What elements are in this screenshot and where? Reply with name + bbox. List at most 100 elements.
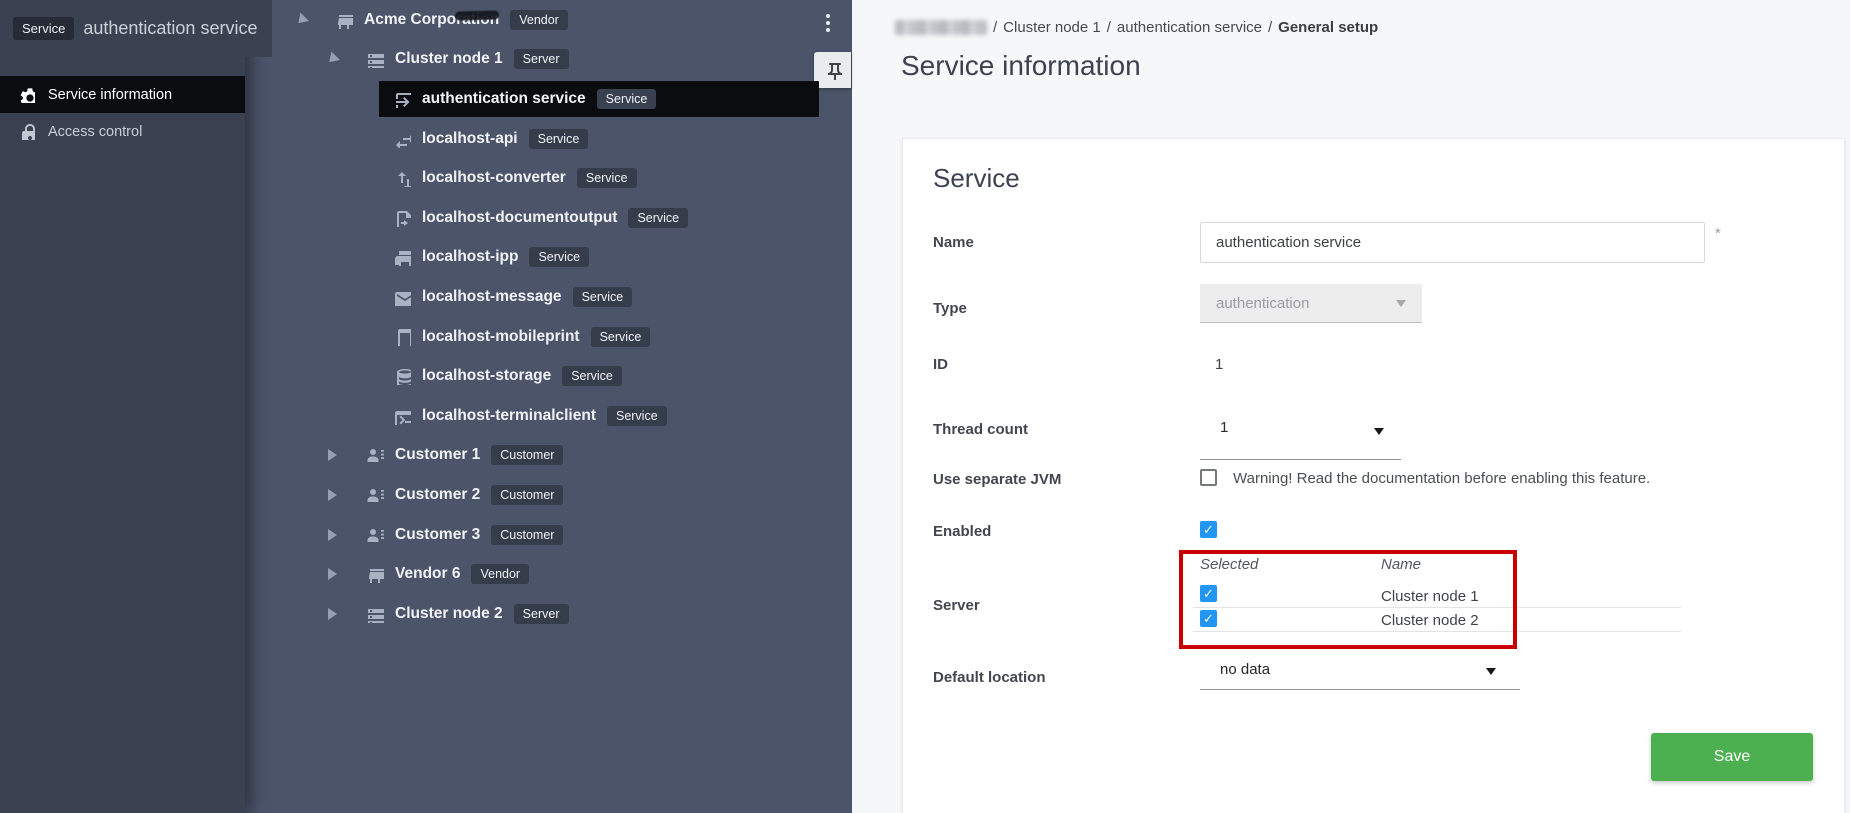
- breadcrumb: / Cluster node 1 / authentication servic…: [895, 19, 1378, 36]
- login-icon: [393, 90, 411, 108]
- sidebar-nav: Service information Access control: [0, 76, 245, 150]
- type-badge: Vendor: [510, 10, 568, 30]
- server-label: Server: [933, 597, 980, 614]
- type-badge: Server: [514, 49, 569, 69]
- type-label: Type: [933, 300, 967, 317]
- tree-item-authentication-service[interactable]: authentication service Service: [245, 79, 852, 119]
- tree-item-cluster-node-1[interactable]: Cluster node 1 Server: [245, 40, 852, 80]
- redaction-smudge: [455, 10, 499, 20]
- expander-spacer: [347, 329, 371, 345]
- type-badge: Customer: [491, 485, 563, 505]
- default-location-label: Default location: [933, 669, 1046, 686]
- customer-icon: [366, 446, 384, 464]
- tree-item-cluster-node-2[interactable]: Cluster node 2 Server: [245, 594, 852, 634]
- store-icon: [335, 11, 353, 29]
- tree-item-localhost-message[interactable]: localhost-message Service: [245, 277, 852, 317]
- required-marker: *: [1715, 225, 1721, 242]
- card-title: Service: [933, 163, 1020, 194]
- smartphone-icon: [393, 328, 411, 346]
- expander-spacer: [347, 131, 371, 147]
- jvm-checkbox[interactable]: [1200, 469, 1217, 486]
- chevron-down-icon: [1396, 300, 1406, 307]
- tree-panel: Acme Corporation Vendor Cluster node 1 S…: [245, 0, 852, 813]
- breadcrumb-separator: /: [1268, 19, 1272, 36]
- tree-item-acme-corporation[interactable]: Acme Corporation Vendor: [245, 0, 852, 40]
- expander-icon[interactable]: [320, 566, 344, 582]
- column-header-selected: Selected: [1200, 556, 1258, 573]
- tree-item-customer-1[interactable]: Customer 1 Customer: [245, 436, 852, 476]
- expander-spacer: [347, 170, 371, 186]
- name-input[interactable]: [1200, 222, 1705, 263]
- type-badge: Service: [607, 406, 667, 426]
- type-select: authentication: [1200, 284, 1422, 323]
- left-sidebar: Service authentication service Service i…: [0, 0, 245, 813]
- thread-count-value: 1: [1220, 419, 1228, 436]
- sidebar-item-service-information[interactable]: Service information: [0, 76, 245, 113]
- jvm-label: Use separate JVM: [933, 471, 1061, 488]
- sidebar-item-access-control[interactable]: Access control: [0, 113, 245, 150]
- type-badge: Service: [562, 366, 622, 386]
- customer-icon: [366, 526, 384, 544]
- tree-item-localhost-terminalclient[interactable]: localhost-terminalclient Service: [245, 396, 852, 436]
- tree-item-vendor-6[interactable]: Vendor 6 Vendor: [245, 554, 852, 594]
- type-badge: Vendor: [471, 564, 529, 584]
- tree-item-localhost-converter[interactable]: localhost-converter Service: [245, 158, 852, 198]
- sidebar-item-label: Access control: [48, 124, 142, 140]
- expander-icon[interactable]: [320, 606, 344, 622]
- thread-count-label: Thread count: [933, 421, 1028, 438]
- tree-item-customer-2[interactable]: Customer 2 Customer: [245, 475, 852, 515]
- page-title: Service information: [901, 50, 1141, 82]
- type-badge: Service: [577, 168, 637, 188]
- breadcrumb-separator: /: [993, 19, 997, 36]
- expander-icon[interactable]: [320, 51, 344, 67]
- main-content: / Cluster node 1 / authentication servic…: [852, 0, 1850, 813]
- expander-spacer: [347, 249, 371, 265]
- server-row-checkbox[interactable]: [1200, 610, 1217, 627]
- chevron-down-icon: [1374, 428, 1384, 435]
- expander-spacer: [347, 289, 371, 305]
- type-badge: Customer: [491, 445, 563, 465]
- tree-item-localhost-ipp[interactable]: localhost-ipp Service: [245, 238, 852, 278]
- type-badge: Service: [529, 129, 589, 149]
- default-location-select[interactable]: no data: [1200, 654, 1520, 690]
- server-row-checkbox[interactable]: [1200, 585, 1217, 602]
- lock-icon: [18, 123, 35, 140]
- breadcrumb-item-authentication-service[interactable]: authentication service: [1117, 19, 1262, 36]
- type-value: authentication: [1216, 295, 1309, 312]
- expander-icon[interactable]: [289, 12, 313, 28]
- column-header-name: Name: [1381, 556, 1421, 573]
- breadcrumb-item-general-setup: General setup: [1278, 19, 1378, 36]
- envelope-icon: [393, 288, 411, 306]
- expander-spacer: [347, 408, 371, 424]
- tree-item-localhost-mobileprint[interactable]: localhost-mobileprint Service: [245, 317, 852, 357]
- document-output-icon: [393, 209, 411, 227]
- jvm-warning-text: Warning! Read the documentation before e…: [1233, 470, 1650, 487]
- store-icon: [366, 565, 384, 583]
- customer-icon: [366, 486, 384, 504]
- sidebar-item-label: Service information: [48, 87, 172, 103]
- row-divider: [1193, 631, 1681, 632]
- type-badge: Service: [591, 327, 651, 347]
- tree-item-localhost-storage[interactable]: localhost-storage Service: [245, 356, 852, 396]
- breadcrumb-item-cluster-node-1[interactable]: Cluster node 1: [1003, 19, 1101, 36]
- tree-item-localhost-api[interactable]: localhost-api Service: [245, 119, 852, 159]
- enabled-checkbox[interactable]: [1200, 521, 1217, 538]
- enabled-label: Enabled: [933, 523, 991, 540]
- swap-icon: [393, 130, 411, 148]
- app-window: Service authentication service Service i…: [0, 0, 1850, 813]
- type-badge: Customer: [491, 525, 563, 545]
- save-button[interactable]: Save: [1651, 733, 1813, 781]
- expander-icon[interactable]: [320, 487, 344, 503]
- chevron-down-icon: [1486, 668, 1496, 675]
- row-divider: [1193, 607, 1681, 608]
- type-badge: Service: [628, 208, 688, 228]
- sidebar-header: Service authentication service: [0, 0, 272, 57]
- expander-spacer: [347, 91, 371, 107]
- database-icon: [393, 367, 411, 385]
- expander-icon[interactable]: [320, 447, 344, 463]
- thread-count-select[interactable]: 1: [1200, 410, 1401, 460]
- import-export-icon: [393, 169, 411, 187]
- tree-item-customer-3[interactable]: Customer 3 Customer: [245, 515, 852, 555]
- expander-icon[interactable]: [320, 527, 344, 543]
- tree-item-localhost-documentoutput[interactable]: localhost-documentoutput Service: [245, 198, 852, 238]
